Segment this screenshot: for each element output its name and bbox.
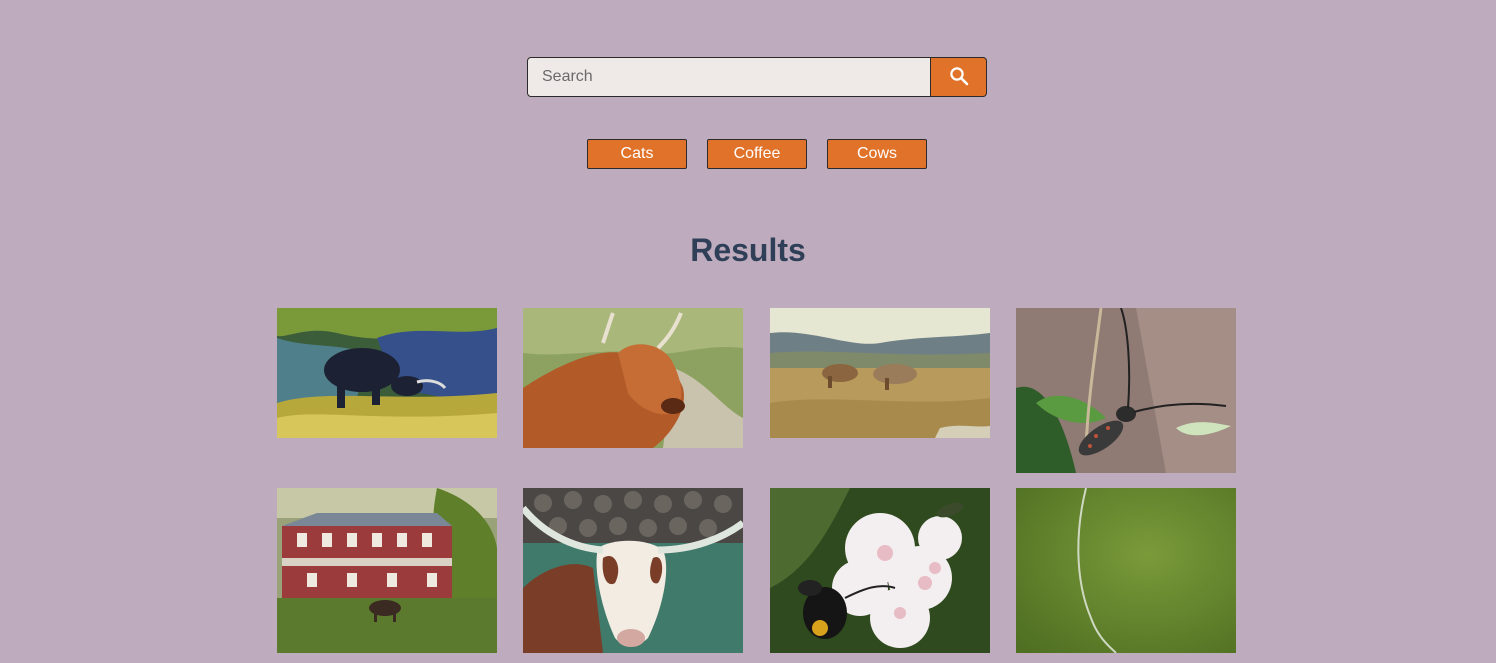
result-image-black-cow[interactable] [277, 308, 497, 438]
tag-button-cats[interactable]: Cats [587, 139, 687, 169]
result-image-longhorn[interactable] [523, 488, 743, 653]
search-bar [527, 57, 987, 97]
search-icon [949, 66, 969, 89]
result-image-highland-cow[interactable] [523, 308, 743, 448]
result-image-bee-flowers[interactable] [770, 488, 990, 653]
tag-button-coffee[interactable]: Coffee [707, 139, 807, 169]
result-image-farmhouse[interactable] [277, 488, 497, 653]
tag-list: Cats Coffee Cows [587, 139, 927, 169]
tag-button-cows[interactable]: Cows [827, 139, 927, 169]
search-button[interactable] [931, 57, 987, 97]
results-title: Results [690, 232, 806, 268]
result-image-green-stem[interactable] [1016, 488, 1236, 653]
search-input[interactable] [527, 57, 931, 97]
result-image-cattle-grassland[interactable] [770, 308, 990, 438]
page: Cats Coffee Cows Results [0, 0, 1496, 663]
result-image-beetle[interactable] [1016, 308, 1236, 473]
